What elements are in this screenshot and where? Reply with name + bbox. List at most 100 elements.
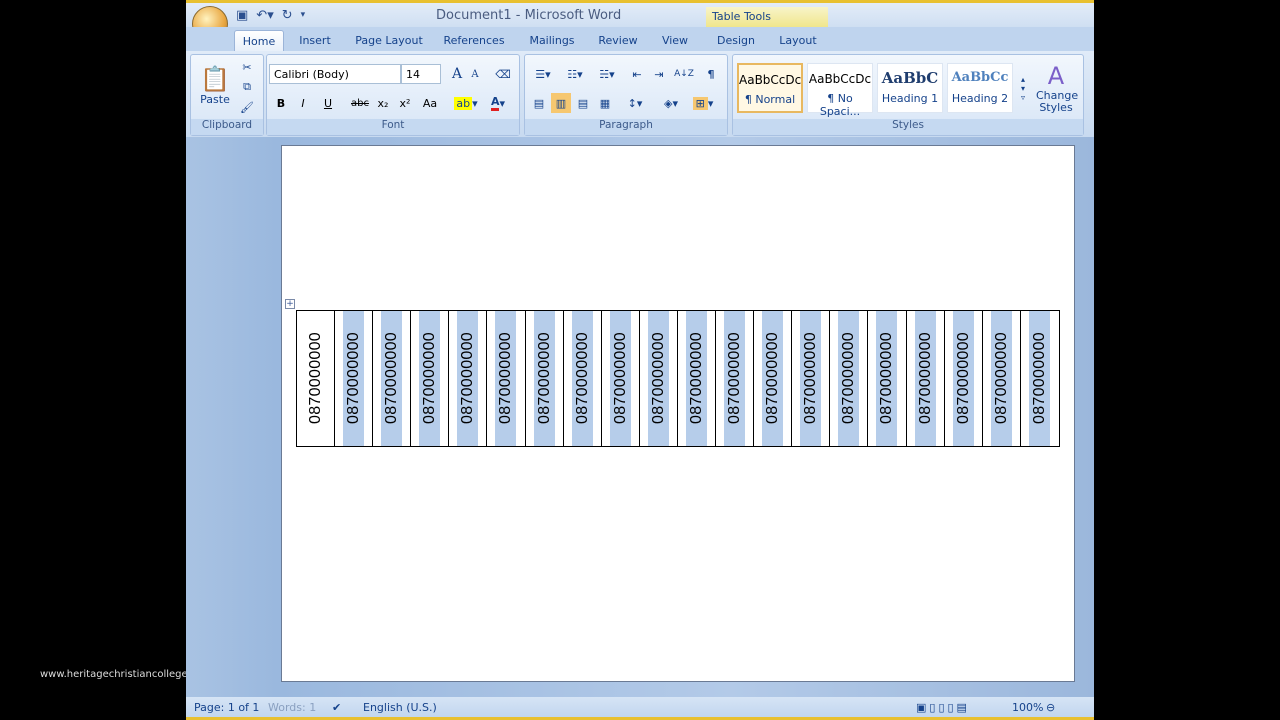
style-normal[interactable]: AaBbCcDc ¶ Normal	[737, 63, 803, 113]
table-cell[interactable]: 0870000000	[602, 311, 640, 446]
cell-text: 0870000000	[611, 332, 629, 424]
language[interactable]: English (U.S.)	[363, 701, 437, 714]
table-cell[interactable]: 0870000000	[449, 311, 488, 446]
subscript-button[interactable]: x₂	[373, 93, 393, 113]
strikethrough-button[interactable]: abc	[349, 93, 371, 113]
show-formatting-button[interactable]: ¶	[701, 64, 721, 84]
word-count[interactable]: Words: 1	[268, 701, 316, 714]
tab-review[interactable]: Review	[594, 30, 642, 51]
justify-button[interactable]: ▦	[595, 93, 615, 113]
tab-page-layout[interactable]: Page Layout	[350, 30, 428, 51]
bold-button[interactable]: B	[271, 93, 291, 113]
customize-qat-icon[interactable]: ▾	[301, 10, 306, 20]
sort-button[interactable]: A↓Z	[673, 64, 695, 84]
clipboard-group: 📋 Paste ✂ ⧉ 🖌 Clipboard	[190, 54, 264, 136]
document-page[interactable]: + 0870000000 0870000000 0870000000 08700000…	[281, 145, 1075, 682]
borders-button[interactable]: ⊞ ▾	[689, 93, 717, 113]
line-spacing-button[interactable]: ↕▾	[621, 93, 649, 113]
table-cell[interactable]: 0870000000	[373, 311, 412, 446]
style-heading-1[interactable]: AaBbC Heading 1	[877, 63, 943, 113]
copy-button[interactable]: ⧉	[237, 77, 257, 97]
styles-label: Styles	[733, 119, 1083, 135]
highlight-button[interactable]: ab ▾	[451, 93, 481, 113]
numbering-button[interactable]: ☷▾	[561, 64, 589, 84]
style-name: ¶ Normal	[744, 93, 796, 106]
table-cell[interactable]: 0870000000	[983, 311, 1021, 446]
bullets-button[interactable]: ☰▾	[529, 64, 557, 84]
cell-text: 0870000000	[992, 332, 1010, 424]
increase-indent-button[interactable]: ⇥	[649, 64, 669, 84]
change-styles-icon: A	[1047, 62, 1065, 90]
clear-formatting-button[interactable]: ⌫	[491, 64, 515, 84]
change-styles-label: Change Styles	[1036, 89, 1079, 114]
proofing-icon[interactable]: ✔	[332, 701, 341, 714]
cell-text: 0870000000	[916, 332, 934, 424]
save-icon[interactable]: ▣	[236, 8, 248, 23]
grow-font-button[interactable]: A	[447, 64, 467, 84]
view-buttons[interactable]: ▣▯▯▯▤	[916, 701, 970, 714]
cell-text: 0870000000	[421, 332, 439, 424]
cut-button[interactable]: ✂	[237, 57, 257, 77]
cell-text: 0870000000	[573, 332, 591, 424]
zoom-out-button[interactable]: ⊖	[1046, 701, 1055, 714]
paste-button[interactable]: 📋 Paste	[195, 57, 235, 113]
table-cell[interactable]: 0870000000	[487, 311, 526, 446]
table-cell[interactable]: 0870000000	[297, 311, 336, 446]
table-cell[interactable]: 0870000000	[564, 311, 602, 446]
align-right-button[interactable]: ▤	[573, 93, 593, 113]
tab-references[interactable]: References	[438, 30, 510, 51]
table-cell[interactable]: 0870000000	[716, 311, 755, 446]
change-case-button[interactable]: Aa	[417, 93, 443, 113]
format-painter-button[interactable]: 🖌	[237, 97, 257, 117]
table-cell[interactable]: 0870000000	[792, 311, 831, 446]
table-cell[interactable]: 0870000000	[830, 311, 869, 446]
cell-text: 0870000000	[954, 332, 972, 424]
table-cell[interactable]: 0870000000	[945, 311, 983, 446]
table-cell[interactable]: 0870000000	[526, 311, 564, 446]
style-heading-2[interactable]: AaBbCc Heading 2	[947, 63, 1013, 113]
shrink-font-button[interactable]: A	[467, 64, 483, 84]
tab-insert[interactable]: Insert	[290, 30, 340, 51]
table-move-handle[interactable]: +	[285, 299, 295, 309]
tab-view[interactable]: View	[654, 30, 696, 51]
page-count[interactable]: Page: 1 of 1	[194, 701, 259, 714]
cell-text: 0870000000	[345, 332, 363, 424]
style-no-spacing[interactable]: AaBbCcDc ¶ No Spaci...	[807, 63, 873, 118]
align-center-button[interactable]: ▥	[551, 93, 571, 113]
table-cell[interactable]: 0870000000	[754, 311, 793, 446]
zoom-level[interactable]: 100%	[1012, 701, 1043, 714]
font-name-select[interactable]: Calibri (Body)	[269, 64, 401, 84]
multilevel-list-button[interactable]: ☵▾	[593, 64, 621, 84]
table-cell[interactable]: 0870000000	[907, 311, 945, 446]
undo-icon[interactable]: ↶▾	[256, 8, 273, 23]
cell-text: 0870000000	[726, 332, 744, 424]
borders-icon: ⊞	[692, 96, 708, 110]
table-cell[interactable]: 0870000000	[411, 311, 450, 446]
decrease-indent-button[interactable]: ⇤	[627, 64, 647, 84]
underline-button[interactable]: U	[315, 93, 341, 113]
tab-home[interactable]: Home	[234, 30, 284, 51]
tab-design[interactable]: Design	[712, 30, 760, 51]
styles-scroll[interactable]: ▴ ▾ ▿	[1017, 61, 1029, 115]
align-left-button[interactable]: ▤	[529, 93, 549, 113]
table[interactable]: 0870000000 0870000000 0870000000 0870000000…	[296, 310, 1060, 447]
table-cell[interactable]: 0870000000	[640, 311, 678, 446]
table-cell[interactable]: 0870000000	[678, 311, 717, 446]
redo-icon[interactable]: ↻	[282, 8, 293, 23]
paragraph-group: ☰▾ ☷▾ ☵▾ ⇤ ⇥ A↓Z ¶ ▤ ▥ ▤ ▦ ↕▾ ◈▾ ⊞ ▾ Para…	[524, 54, 728, 136]
change-styles-button[interactable]: A Change Styles	[1031, 59, 1081, 117]
style-preview: AaBbC	[881, 69, 939, 87]
shading-button[interactable]: ◈▾	[657, 93, 685, 113]
table-cell[interactable]: 0870000000	[1021, 311, 1059, 446]
tab-mailings[interactable]: Mailings	[522, 30, 582, 51]
superscript-button[interactable]: x²	[395, 93, 415, 113]
font-color-button[interactable]: A ▾	[483, 93, 513, 113]
table-tools-label: Table Tools	[706, 7, 828, 27]
italic-button[interactable]: I	[293, 93, 313, 113]
table-cell[interactable]: 0870000000	[868, 311, 907, 446]
font-size-select[interactable]: 14	[401, 64, 441, 84]
table-cell[interactable]: 0870000000	[335, 311, 374, 446]
font-color-icon: A	[490, 95, 500, 111]
cell-text: 0870000000	[649, 332, 667, 424]
tab-layout[interactable]: Layout	[774, 30, 822, 51]
